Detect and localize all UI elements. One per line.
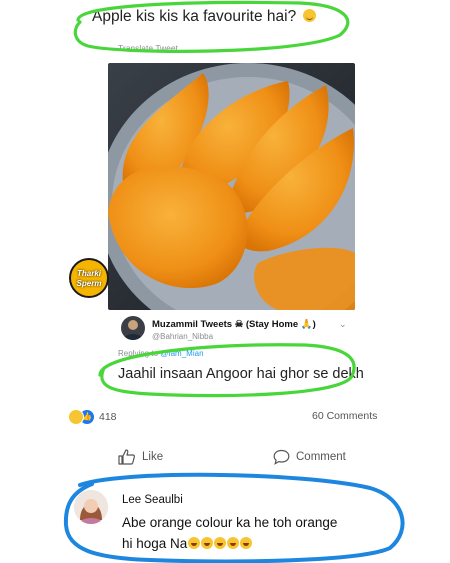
- smiling-face-icon: [302, 9, 316, 22]
- comment-text-line2: hi hoga Na: [122, 536, 253, 551]
- like-button-label: Like: [142, 451, 164, 463]
- laughing-emoji-icon: [188, 537, 201, 549]
- watermark-line2: Sperm: [76, 279, 102, 288]
- tweet-author-name[interactable]: Muzammil Tweets ☠ (Stay Home 🙏): [152, 319, 316, 330]
- mango-slices-image: [108, 63, 355, 310]
- watermark-logo: Tharki Sperm: [69, 258, 109, 298]
- thumbs-up-icon: [118, 449, 135, 465]
- laughing-emoji-icon: [214, 537, 227, 549]
- comment-text-line1: Abe orange colour ka he toh orange: [122, 515, 338, 530]
- chevron-down-icon[interactable]: ⌄: [339, 319, 347, 330]
- post-text: Apple kis kis ka favourite hai?: [92, 8, 316, 26]
- laughing-emoji-icon: [227, 537, 240, 549]
- reaction-count: 418: [99, 411, 117, 423]
- tweet-text: Jaahil insaan Angoor hai ghor se dekh: [118, 366, 364, 382]
- post-text-label: Apple kis kis ka favourite hai?: [92, 8, 297, 25]
- replying-to-handle[interactable]: @Iam_Mian: [160, 349, 203, 358]
- comment-button[interactable]: Comment: [273, 449, 346, 465]
- translate-tweet-link[interactable]: Translate Tweet: [118, 43, 178, 53]
- replying-to-line: Replying to @Iam_Mian: [118, 349, 204, 358]
- laughing-emoji-icon: [240, 537, 253, 549]
- laughing-emoji-icon: [201, 537, 214, 549]
- comment-bubble-icon: [273, 449, 290, 465]
- watermark-line1: Tharki: [76, 269, 101, 278]
- person-avatar-icon: [123, 320, 143, 340]
- haha-reaction-icon: [68, 409, 84, 425]
- comment-button-label: Comment: [296, 451, 346, 463]
- tweet-author-avatar[interactable]: [121, 316, 145, 340]
- replying-prefix: Replying to: [118, 349, 159, 358]
- person-avatar-icon: [74, 490, 108, 524]
- comment-text-line2-label: hi hoga Na: [122, 536, 188, 551]
- mango-photo[interactable]: [108, 63, 355, 310]
- reactions-summary[interactable]: 👍 418: [68, 408, 117, 426]
- like-button[interactable]: Like: [118, 449, 163, 465]
- commenter-avatar[interactable]: [74, 490, 108, 524]
- commenter-name[interactable]: Lee Seaulbi: [122, 494, 183, 506]
- comment-count[interactable]: 60 Comments: [312, 410, 377, 422]
- tweet-author-handle[interactable]: @Bahrian_Nibba: [152, 332, 213, 341]
